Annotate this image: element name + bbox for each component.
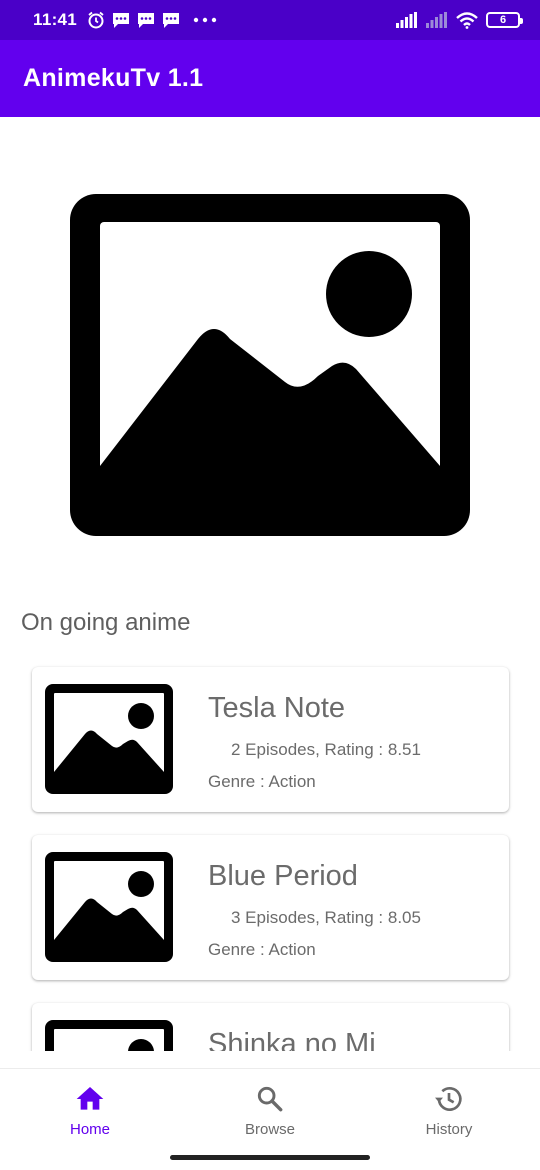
nav-browse[interactable]: Browse [210, 1083, 330, 1138]
image-placeholder-icon [45, 852, 173, 962]
anime-card[interactable]: Shinka no Mi [32, 1003, 509, 1051]
wifi-icon [456, 11, 478, 29]
notification-icons [87, 11, 217, 29]
anime-meta: 3 Episodes, Rating : 8.05 [231, 908, 421, 927]
nav-browse-label: Browse [244, 1121, 296, 1138]
system-icons: 6 [396, 11, 523, 29]
anime-genre: Genre : Action [208, 772, 316, 791]
anime-meta: 2 Episodes, Rating : 8.51 [231, 740, 421, 759]
app-bar: AnimekuTv 1.1 [0, 40, 540, 117]
image-placeholder-icon [45, 1020, 173, 1051]
history-icon [435, 1087, 462, 1111]
message-icon [113, 12, 130, 28]
message-icon [138, 12, 155, 28]
anime-list[interactable]: Tesla Note 2 Episodes, Rating : 8.51 Gen… [0, 655, 540, 1051]
nav-home-label: Home [69, 1121, 110, 1138]
signal-icon [396, 12, 417, 28]
section-title: On going anime [21, 609, 191, 636]
anime-card[interactable]: Blue Period 3 Episodes, Rating : 8.05 Ge… [32, 835, 509, 980]
nav-history[interactable]: History [389, 1083, 509, 1138]
status-time: 11:41 [33, 10, 78, 29]
nav-home[interactable]: Home [30, 1083, 150, 1138]
signal-icon [426, 12, 447, 28]
anime-card[interactable]: Tesla Note 2 Episodes, Rating : 8.51 Gen… [32, 667, 509, 812]
battery-icon: 6 [486, 12, 523, 28]
nav-history-label: History [425, 1121, 473, 1138]
search-icon [257, 1086, 283, 1112]
image-placeholder-icon [45, 684, 173, 794]
battery-level: 6 [499, 14, 507, 26]
anime-title: Shinka no Mi [208, 1028, 376, 1051]
anime-title: Blue Period [208, 860, 358, 892]
app-title: AnimekuTv 1.1 [23, 64, 204, 92]
anime-genre: Genre : Action [208, 940, 316, 959]
status-bar: 11:41 6 [0, 0, 540, 40]
home-indicator[interactable] [170, 1155, 370, 1160]
anime-title: Tesla Note [208, 692, 346, 724]
home-icon [76, 1087, 104, 1110]
image-placeholder-icon [70, 194, 470, 536]
more-icon [193, 17, 217, 23]
message-icon [163, 12, 180, 28]
alarm-icon [88, 11, 104, 29]
